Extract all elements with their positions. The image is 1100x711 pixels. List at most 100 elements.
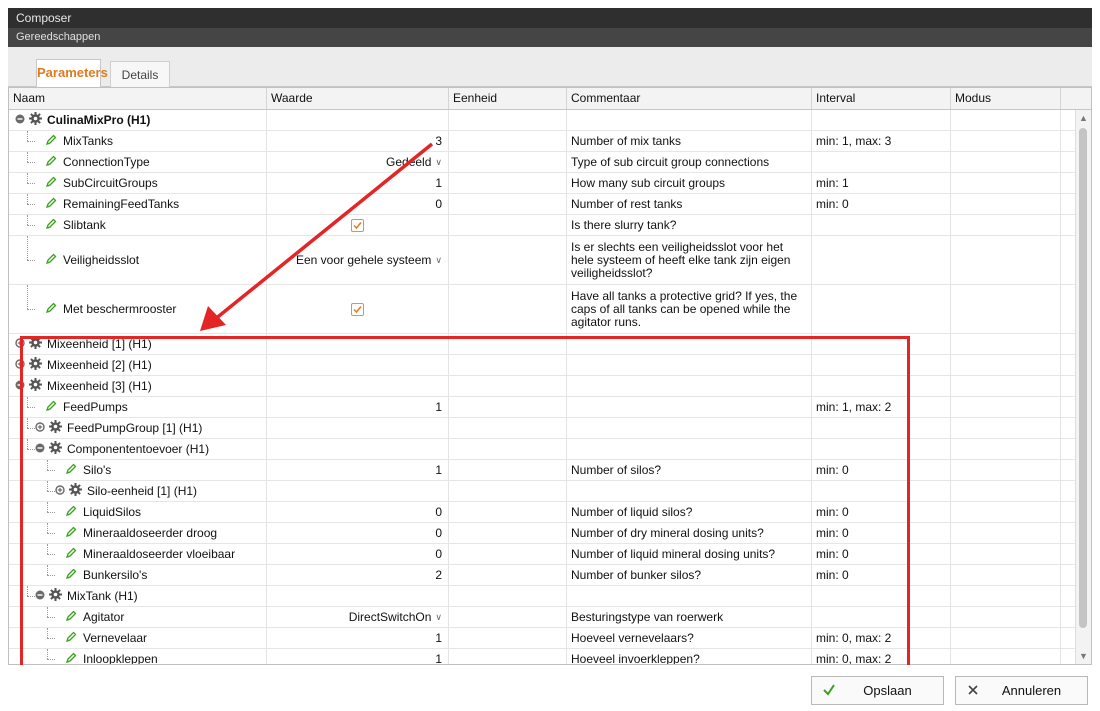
value-cell[interactable]: 0 [267,523,449,543]
expand-icon[interactable] [35,421,45,435]
value-checkbox[interactable] [351,218,364,232]
parameter-row[interactable]: Silo's 1 Number of silos? min: 0 [9,460,1075,481]
value-cell[interactable] [267,215,449,235]
value-cell[interactable]: DirectSwitchOn ∨ [267,607,449,627]
value-text[interactable]: 1 [435,400,442,414]
value-cell[interactable] [267,110,449,130]
parameter-row[interactable]: Met beschermrooster Have all tanks a prot… [9,285,1075,334]
value-text[interactable]: 2 [435,568,442,582]
tree-connector [47,659,55,660]
value-text[interactable]: 1 [435,176,442,190]
value-text[interactable]: 1 [435,463,442,477]
parameter-row[interactable]: LiquidSilos 0 Number of liquid silos? min: … [9,502,1075,523]
value-cell[interactable]: 0 [267,502,449,522]
value-text[interactable]: 0 [435,547,442,561]
value-text[interactable]: 0 [435,197,442,211]
unit-cell [449,194,567,214]
value-cell[interactable] [267,481,449,501]
menu-gereedschappen[interactable]: Gereedschappen [8,28,1092,47]
chevron-down-icon[interactable]: ∨ [435,255,442,266]
tab-details[interactable]: Details [110,61,170,87]
parameter-row[interactable]: Vernevelaar 1 Hoeveel vernevelaars? min: 0,… [9,628,1075,649]
value-cell[interactable]: Gedeeld ∨ [267,152,449,172]
comment-cell [567,110,812,130]
expand-icon[interactable] [15,337,25,351]
expand-icon[interactable] [15,358,25,372]
parameter-row[interactable]: Mineraaldoseerder droog 0 Number of dry mi… [9,523,1075,544]
expand-icon[interactable] [55,484,65,498]
vertical-scrollbar[interactable]: ▲ ▼ [1075,110,1091,664]
value-dropdown[interactable]: Een voor gehele systeem [296,253,431,267]
value-cell[interactable]: 1 [267,649,449,664]
group-row[interactable]: CulinaMixPro (H1) [9,110,1075,131]
value-cell[interactable] [267,285,449,333]
value-cell[interactable]: Een voor gehele systeem ∨ [267,236,449,284]
parameter-row[interactable]: Slibtank Is there slurry tank? [9,215,1075,236]
collapse-icon[interactable] [35,589,45,603]
value-cell[interactable]: 1 [267,397,449,417]
parameter-row[interactable]: Bunkersilo's 2 Number of bunker silos? min:… [9,565,1075,586]
scroll-up-icon[interactable]: ▲ [1079,113,1088,123]
pencil-icon [45,302,57,317]
group-row[interactable]: Mixeenheid [1] (H1) [9,334,1075,355]
column-header-eenheid[interactable]: Eenheid [449,88,567,109]
unit-cell [449,460,567,480]
value-cell[interactable]: 0 [267,544,449,564]
parameter-row[interactable]: Veiligheidsslot Een voor gehele systeem ∨ I… [9,236,1075,285]
value-cell[interactable] [267,334,449,354]
value-dropdown[interactable]: Gedeeld [386,155,431,169]
parameter-row[interactable]: FeedPumps 1 min: 1, max: 2 [9,397,1075,418]
parameter-row[interactable]: ConnectionType Gedeeld ∨ Type of sub circui… [9,152,1075,173]
mode-cell [951,152,1061,172]
value-text[interactable]: 1 [435,631,442,645]
collapse-icon[interactable] [35,442,45,456]
value-cell[interactable]: 3 [267,131,449,151]
column-header-waarde[interactable]: Waarde [267,88,449,109]
value-checkbox[interactable] [351,302,364,316]
column-header-modus[interactable]: Modus [951,88,1061,109]
group-row[interactable]: Componententoevoer (H1) [9,439,1075,460]
value-cell[interactable] [267,355,449,375]
parameter-row[interactable]: Mineraaldoseerder vloeibaar 0 Number of li… [9,544,1075,565]
value-cell[interactable] [267,376,449,396]
value-cell[interactable] [267,439,449,459]
pencil-icon [65,547,77,562]
value-cell[interactable]: 1 [267,173,449,193]
unit-cell [449,502,567,522]
chevron-down-icon[interactable]: ∨ [435,157,442,168]
scroll-thumb[interactable] [1079,128,1087,628]
value-cell[interactable] [267,418,449,438]
collapse-icon[interactable] [15,113,25,127]
column-header-naam[interactable]: Naam [9,88,267,109]
value-text[interactable]: 0 [435,505,442,519]
chevron-down-icon[interactable]: ∨ [435,612,442,623]
value-text[interactable]: 1 [435,652,442,664]
value-cell[interactable] [267,586,449,606]
value-cell[interactable]: 0 [267,194,449,214]
cancel-button[interactable]: Annuleren [955,676,1088,705]
value-dropdown[interactable]: DirectSwitchOn [349,610,432,624]
value-text[interactable]: 3 [435,134,442,148]
parameter-row[interactable]: Agitator DirectSwitchOn ∨ Besturingstype va… [9,607,1075,628]
group-row[interactable]: MixTank (H1) [9,586,1075,607]
group-row[interactable]: FeedPumpGroup [1] (H1) [9,418,1075,439]
column-header-interval[interactable]: Interval [812,88,951,109]
parameter-row[interactable]: SubCircuitGroups 1 How many sub circuit gr… [9,173,1075,194]
scroll-down-icon[interactable]: ▼ [1079,651,1088,661]
group-row[interactable]: Silo-eenheid [1] (H1) [9,481,1075,502]
value-cell[interactable]: 1 [267,628,449,648]
parameter-row[interactable]: RemainingFeedTanks 0 Number of rest tanks m… [9,194,1075,215]
name-cell: Veiligheidsslot [9,236,267,284]
row-name: Mineraaldoseerder droog [83,526,218,540]
column-header-commentaar[interactable]: Commentaar [567,88,812,109]
parameter-row[interactable]: Inloopkleppen 1 Hoeveel invoerkleppen? min:… [9,649,1075,664]
value-cell[interactable]: 1 [267,460,449,480]
value-cell[interactable]: 2 [267,565,449,585]
group-row[interactable]: Mixeenheid [3] (H1) [9,376,1075,397]
save-button[interactable]: Opslaan [811,676,944,705]
group-row[interactable]: Mixeenheid [2] (H1) [9,355,1075,376]
collapse-icon[interactable] [15,379,25,393]
tab-parameters[interactable]: Parameters [36,59,108,87]
value-text[interactable]: 0 [435,526,442,540]
parameter-row[interactable]: MixTanks 3 Number of mix tanks min: 1, max:… [9,131,1075,152]
